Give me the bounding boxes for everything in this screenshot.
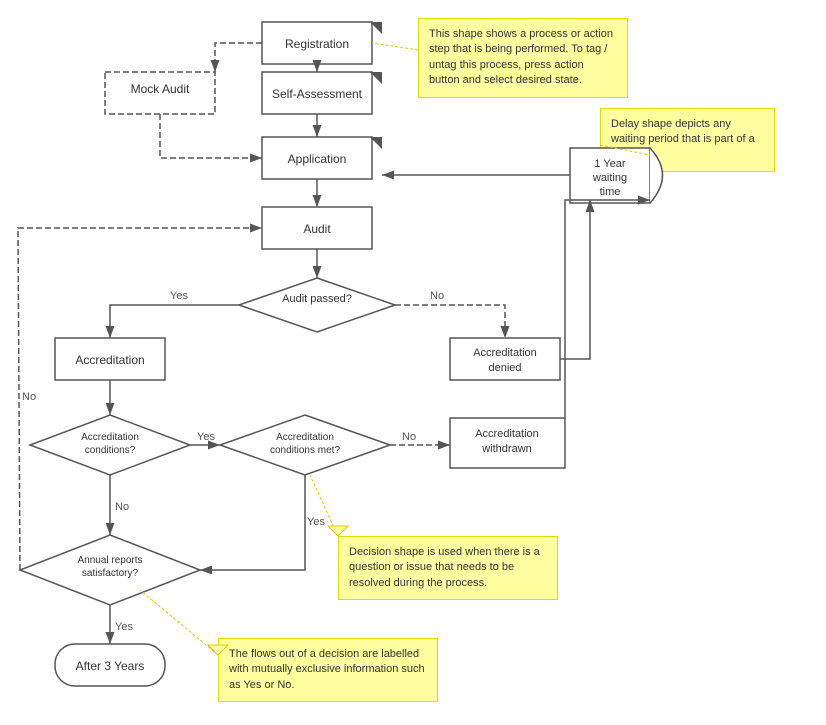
waiting-cap bbox=[650, 148, 663, 203]
label-accreditation-conditions-2: conditions? bbox=[85, 445, 136, 456]
label-no-withdrawn: No bbox=[402, 431, 416, 443]
label-accreditation-withdrawn-2: withdrawn bbox=[481, 443, 532, 455]
label-accreditation-denied-1: Accreditation bbox=[473, 347, 537, 359]
label-annual-reports-1: Annual reports bbox=[77, 555, 142, 566]
diagram-container: This shape shows a process or action ste… bbox=[0, 0, 826, 725]
label-waiting-3: time bbox=[600, 186, 621, 198]
callout-line-process bbox=[372, 43, 418, 50]
label-accreditation-conditions-met-2: conditions met? bbox=[270, 445, 340, 456]
node-audit-passed[interactable] bbox=[239, 278, 395, 332]
label-after-years: After 3 Years bbox=[76, 659, 145, 673]
label-self-assessment: Self-Assessment bbox=[272, 87, 363, 101]
label-waiting-1: 1 Year bbox=[594, 158, 626, 170]
label-audit: Audit bbox=[303, 222, 331, 236]
label-accreditation: Accreditation bbox=[75, 353, 144, 367]
label-no-annual: No bbox=[115, 501, 129, 513]
label-audit-passed: Audit passed? bbox=[282, 293, 352, 305]
label-mock-audit: Mock Audit bbox=[131, 82, 190, 96]
label-registration: Registration bbox=[285, 37, 349, 51]
label-yes-annual: Yes bbox=[307, 516, 325, 528]
label-yes-afteryears: Yes bbox=[115, 621, 133, 633]
arrow-no-audit-loop bbox=[18, 228, 262, 570]
flowchart-svg: Registration Mock Audit Self-Assessment … bbox=[0, 0, 826, 725]
label-yes-met: Yes bbox=[197, 431, 215, 443]
label-annual-reports-2: satisfactory? bbox=[82, 568, 139, 579]
label-no-audit-loop: No bbox=[22, 391, 36, 403]
label-accreditation-conditions-met-1: Accreditation bbox=[276, 432, 334, 443]
label-waiting-2: waiting bbox=[592, 172, 627, 184]
arrow-no-denied bbox=[395, 305, 505, 338]
arrow-withdrawn-waiting bbox=[565, 200, 650, 418]
label-no-denied: No bbox=[430, 290, 444, 302]
label-accreditation-withdrawn-1: Accreditation bbox=[475, 428, 539, 440]
arrow-yes-annual bbox=[200, 475, 305, 570]
arrow-mockaudit-app bbox=[160, 114, 262, 158]
arrow-reg-mockaudit bbox=[215, 43, 262, 72]
callout-marker-decision bbox=[328, 526, 348, 536]
callout-marker-flows bbox=[208, 645, 228, 655]
label-accreditation-conditions-1: Accreditation bbox=[81, 432, 139, 443]
label-accreditation-denied-2: denied bbox=[488, 362, 521, 374]
label-application: Application bbox=[288, 152, 347, 166]
label-yes-accreditation: Yes bbox=[170, 290, 188, 302]
arrow-yes-accreditation bbox=[110, 305, 239, 338]
